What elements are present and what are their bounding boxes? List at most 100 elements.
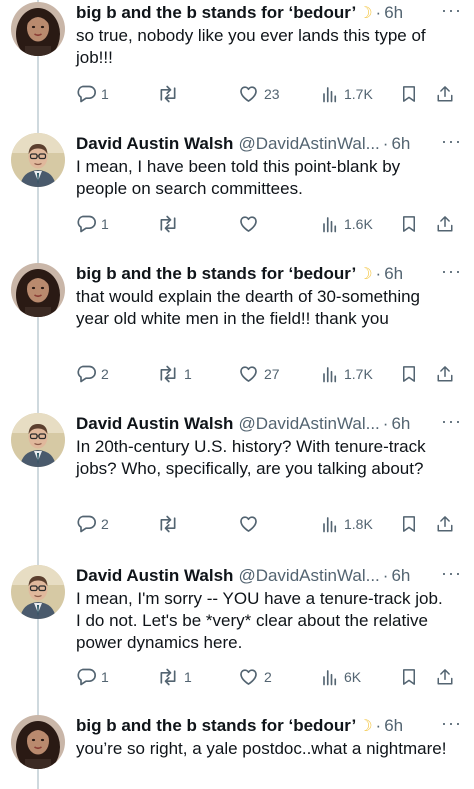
bookmark-icon xyxy=(400,364,418,384)
user-handle[interactable]: @DavidAstinWal... xyxy=(238,133,379,155)
like-button[interactable]: 2 xyxy=(238,665,272,689)
views-button[interactable]: 1.7K xyxy=(321,82,373,106)
views-button[interactable]: 6K xyxy=(321,665,361,689)
more-dots-icon[interactable]: ··· xyxy=(441,131,462,152)
bookmark-button[interactable] xyxy=(400,362,418,386)
avatar[interactable] xyxy=(11,565,65,619)
tweet-actions: 2 1 27 1.7K xyxy=(76,362,456,386)
retweet-button[interactable]: 1 xyxy=(157,362,192,386)
tweet-content: big b and the b stands for ‘bedour’ ☽ · … xyxy=(76,261,466,330)
reply-button[interactable]: 1 xyxy=(76,665,109,689)
separator-dot: · xyxy=(382,414,389,433)
share-button[interactable] xyxy=(436,665,454,689)
user-handle[interactable]: @DavidAstinWal... xyxy=(238,413,379,435)
like-button[interactable]: 23 xyxy=(238,82,280,106)
share-upload-icon xyxy=(436,84,454,104)
bookmark-icon xyxy=(400,514,418,534)
retweet-arrows-icon xyxy=(157,84,179,104)
display-name[interactable]: David Austin Walsh xyxy=(76,565,233,587)
timestamp[interactable]: 6h xyxy=(384,2,403,24)
bar-chart-icon xyxy=(321,515,339,533)
more-dots-icon[interactable]: ··· xyxy=(441,563,462,584)
share-upload-icon xyxy=(436,514,454,534)
more-dots-icon[interactable]: ··· xyxy=(441,261,462,282)
display-name[interactable]: big b and the b stands for ‘bedour’ xyxy=(76,263,356,285)
like-count: 27 xyxy=(264,366,280,382)
user-handle[interactable]: @DavidAstinWal... xyxy=(238,565,379,587)
reply-count: 2 xyxy=(101,516,109,532)
timestamp[interactable]: 6h xyxy=(384,263,403,285)
crescent-moon-icon: ☽ xyxy=(358,5,373,22)
bar-chart-icon xyxy=(321,215,339,233)
bookmark-button[interactable] xyxy=(400,82,418,106)
bookmark-button[interactable] xyxy=(400,665,418,689)
share-button[interactable] xyxy=(436,362,454,386)
tweet-header: big b and the b stands for ‘bedour’ ☽ · … xyxy=(76,715,466,737)
like-button[interactable] xyxy=(238,212,264,236)
speech-bubble-icon xyxy=(76,514,96,534)
share-upload-icon xyxy=(436,364,454,384)
tweet-actions: 1 1 2 6K xyxy=(76,665,456,689)
timestamp[interactable]: 6h xyxy=(391,133,410,155)
retweet-arrows-icon xyxy=(157,364,179,384)
avatar[interactable] xyxy=(11,413,65,467)
speech-bubble-icon xyxy=(76,364,96,384)
separator-dot: · xyxy=(375,3,382,22)
like-button[interactable] xyxy=(238,512,264,536)
bookmark-button[interactable] xyxy=(400,512,418,536)
share-button[interactable] xyxy=(436,212,454,236)
retweet-arrows-icon xyxy=(157,667,179,687)
more-dots-icon[interactable]: ··· xyxy=(441,0,462,21)
more-dots-icon[interactable]: ··· xyxy=(441,411,462,432)
views-button[interactable]: 1.8K xyxy=(321,512,373,536)
tweet-text: In 20th-century U.S. history? With tenur… xyxy=(76,437,426,478)
display-name[interactable]: big b and the b stands for ‘bedour’ xyxy=(76,715,356,737)
tweet-actions: 2 1.8K xyxy=(76,512,456,536)
share-button[interactable] xyxy=(436,82,454,106)
tweet-text: I mean, I have been told this point-blan… xyxy=(76,157,401,198)
reply-count: 2 xyxy=(101,366,109,382)
display-name[interactable]: big b and the b stands for ‘bedour’ xyxy=(76,2,356,24)
like-count: 2 xyxy=(264,669,272,685)
tweet-content: David Austin Walsh @DavidAstinWal... · 6… xyxy=(76,411,466,480)
avatar[interactable] xyxy=(11,2,65,56)
tweet-content: David Austin Walsh @DavidAstinWal... · 6… xyxy=(76,131,466,200)
avatar[interactable] xyxy=(11,715,65,769)
more-dots-icon[interactable]: ··· xyxy=(441,713,462,734)
retweet-button[interactable] xyxy=(157,212,184,236)
avatar[interactable] xyxy=(11,133,65,187)
display-name[interactable]: David Austin Walsh xyxy=(76,133,233,155)
share-upload-icon xyxy=(436,214,454,234)
reply-button[interactable]: 1 xyxy=(76,212,109,236)
view-count: 1.6K xyxy=(344,216,373,232)
like-button[interactable]: 27 xyxy=(238,362,280,386)
retweet-count: 1 xyxy=(184,366,192,382)
tweet-actions: 1 23 1.7K xyxy=(76,82,456,106)
tweet-header: David Austin Walsh @DavidAstinWal... · 6… xyxy=(76,565,466,587)
bookmark-button[interactable] xyxy=(400,212,418,236)
views-button[interactable]: 1.6K xyxy=(321,212,373,236)
bookmark-icon xyxy=(400,667,418,687)
reply-button[interactable]: 2 xyxy=(76,512,109,536)
share-button[interactable] xyxy=(436,512,454,536)
retweet-arrows-icon xyxy=(157,214,179,234)
bookmark-icon xyxy=(400,214,418,234)
retweet-arrows-icon xyxy=(157,514,179,534)
tweet-content: big b and the b stands for ‘bedour’ ☽ · … xyxy=(76,713,466,760)
reply-button[interactable]: 1 xyxy=(76,82,109,106)
display-name[interactable]: David Austin Walsh xyxy=(76,413,233,435)
avatar[interactable] xyxy=(11,263,65,317)
speech-bubble-icon xyxy=(76,214,96,234)
retweet-button[interactable] xyxy=(157,512,184,536)
timestamp[interactable]: 6h xyxy=(391,413,410,435)
reply-count: 1 xyxy=(101,669,109,685)
bar-chart-icon xyxy=(321,668,339,686)
reply-button[interactable]: 2 xyxy=(76,362,109,386)
crescent-moon-icon: ☽ xyxy=(358,266,373,283)
timestamp[interactable]: 6h xyxy=(391,565,410,587)
retweet-button[interactable]: 1 xyxy=(157,665,192,689)
views-button[interactable]: 1.7K xyxy=(321,362,373,386)
retweet-button[interactable] xyxy=(157,82,184,106)
tweet-content: David Austin Walsh @DavidAstinWal... · 6… xyxy=(76,563,466,654)
timestamp[interactable]: 6h xyxy=(384,715,403,737)
